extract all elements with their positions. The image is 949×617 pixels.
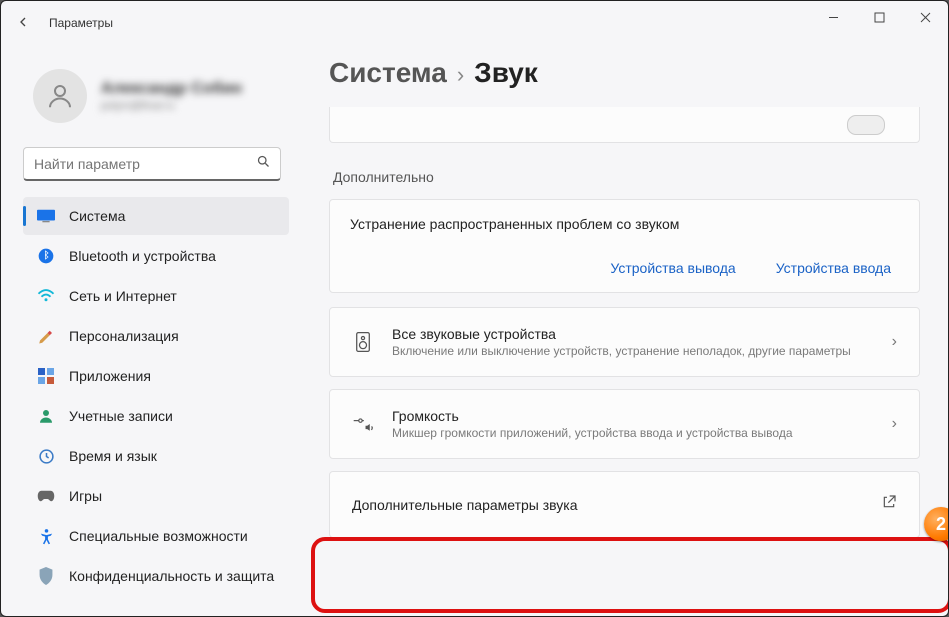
breadcrumb-current: Звук: [474, 57, 538, 89]
sidebar-item-privacy[interactable]: Конфиденциальность и защита: [23, 557, 289, 595]
monitor-icon: [37, 207, 55, 225]
sidebar: Александр Собин polym@final.ru Система B…: [1, 45, 301, 616]
brush-icon: [37, 327, 55, 345]
sidebar-item-label: Конфиденциальность и защита: [69, 568, 274, 584]
user-email: polym@final.ru: [101, 100, 242, 112]
avatar: [33, 69, 87, 123]
search-input[interactable]: [23, 147, 281, 181]
sidebar-item-label: Сеть и Интернет: [69, 288, 177, 304]
sidebar-item-label: Специальные возможности: [69, 528, 248, 544]
breadcrumb: Система › Звук: [329, 57, 920, 89]
settings-window: Параметры Александр Собин polym@final.ru: [0, 0, 949, 617]
main-content: Система › Звук Дополнительно Устранение …: [301, 45, 948, 616]
sidebar-item-label: Персонализация: [69, 328, 179, 344]
sidebar-item-label: Система: [69, 208, 125, 224]
volume-mixer-row[interactable]: Громкость Микшер громкости приложений, у…: [329, 389, 920, 459]
sidebar-item-bluetooth[interactable]: Bluetooth и устройства: [23, 237, 289, 275]
all-sound-devices-row[interactable]: Все звуковые устройства Включение или вы…: [329, 307, 920, 377]
open-external-icon: [881, 494, 897, 515]
sidebar-item-label: Время и язык: [69, 448, 157, 464]
close-button[interactable]: [902, 1, 948, 33]
row-title: Все звуковые устройства: [392, 326, 874, 342]
sidebar-item-time-language[interactable]: Время и язык: [23, 437, 289, 475]
sidebar-item-accounts[interactable]: Учетные записи: [23, 397, 289, 435]
sidebar-item-label: Учетные записи: [69, 408, 173, 424]
wifi-icon: [37, 287, 55, 305]
sidebar-item-network[interactable]: Сеть и Интернет: [23, 277, 289, 315]
apps-icon: [37, 367, 55, 385]
maximize-button[interactable]: [856, 1, 902, 33]
annotation-badge: 2: [924, 507, 948, 541]
search-icon: [256, 154, 271, 174]
troubleshoot-card: Устранение распространенных проблем со з…: [329, 199, 920, 293]
user-name: Александр Собин: [101, 80, 242, 98]
profile-block[interactable]: Александр Собин polym@final.ru: [23, 45, 289, 141]
mixer-icon: [352, 415, 374, 433]
bluetooth-icon: [37, 247, 55, 265]
section-additional-title: Дополнительно: [333, 169, 920, 185]
chevron-right-icon: ›: [892, 415, 897, 433]
sidebar-item-personalization[interactable]: Персонализация: [23, 317, 289, 355]
sidebar-item-accessibility[interactable]: Специальные возможности: [23, 517, 289, 555]
chevron-right-icon: ›: [457, 58, 464, 88]
chevron-right-icon: ›: [892, 333, 897, 351]
sidebar-item-system[interactable]: Система: [23, 197, 289, 235]
troubleshoot-title: Устранение распространенных проблем со з…: [350, 216, 899, 232]
shield-icon: [37, 567, 55, 585]
row-title: Громкость: [392, 408, 874, 424]
sidebar-item-gaming[interactable]: Игры: [23, 477, 289, 515]
time-icon: [37, 447, 55, 465]
annotation-highlight: [311, 537, 948, 613]
partial-card: [329, 107, 920, 143]
search-box[interactable]: [23, 147, 281, 181]
minimize-button[interactable]: [810, 1, 856, 33]
sidebar-item-apps[interactable]: Приложения: [23, 357, 289, 395]
row-subtitle: Включение или выключение устройств, устр…: [392, 344, 874, 358]
accessibility-icon: [37, 527, 55, 545]
gamepad-icon: [37, 487, 55, 505]
titlebar: Параметры: [1, 1, 948, 45]
input-devices-link[interactable]: Устройства ввода: [776, 260, 891, 276]
back-button[interactable]: [15, 14, 33, 32]
speaker-icon: [352, 331, 374, 353]
sidebar-nav: Система Bluetooth и устройства Сеть и Ин…: [23, 195, 289, 616]
output-devices-link[interactable]: Устройства вывода: [610, 260, 735, 276]
account-icon: [37, 407, 55, 425]
breadcrumb-parent[interactable]: Система: [329, 57, 447, 89]
sidebar-item-label: Игры: [69, 488, 102, 504]
row-subtitle: Микшер громкости приложений, устройства …: [392, 426, 874, 440]
row-title: Дополнительные параметры звука: [352, 497, 863, 513]
window-title: Параметры: [49, 16, 113, 30]
sidebar-item-label: Bluetooth и устройства: [69, 248, 216, 264]
more-sound-settings-row[interactable]: Дополнительные параметры звука: [329, 471, 920, 538]
sidebar-item-label: Приложения: [69, 368, 151, 384]
